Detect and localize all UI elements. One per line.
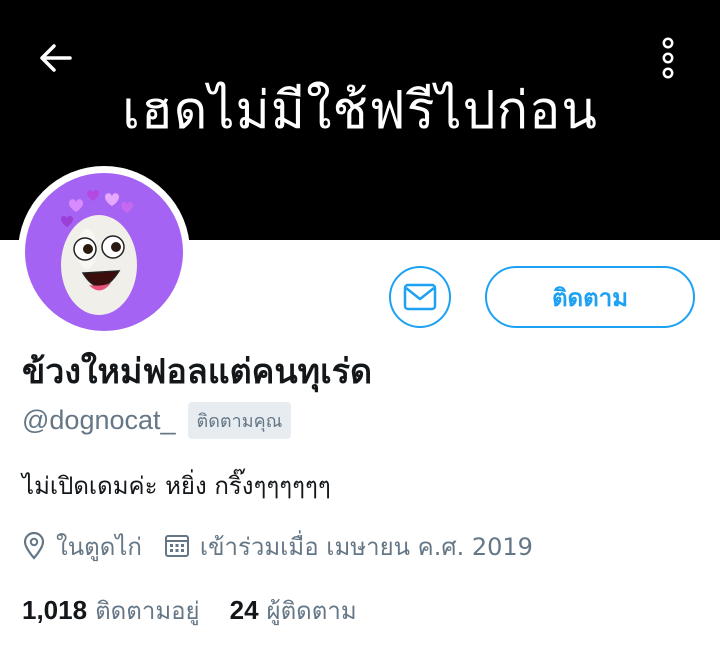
message-button[interactable]	[389, 266, 451, 328]
more-options-button[interactable]	[648, 32, 688, 84]
bio-text: ไม่เปิดเดมค่ะ หยิ่ง กริ๊งๆๆๆๆๆๆ	[22, 472, 331, 500]
display-name: ข้วงใหม่ฟอลแต่คนทุเร่ด	[22, 352, 373, 392]
egg-character-icon	[61, 190, 137, 315]
followers-stat[interactable]: 24 ผู้ติดตาม	[230, 591, 357, 630]
followers-label: ผู้ติดตาม	[266, 596, 357, 625]
joined-date-text: เข้าร่วมเมื่อ เมษายน ค.ศ. 2019	[199, 532, 533, 561]
follows-you-badge: ติดตามคุณ	[187, 401, 292, 439]
following-stat[interactable]: 1,018 ติดตามอยู่	[22, 591, 200, 630]
avatar[interactable]	[18, 166, 190, 338]
username-handle: @dognocat_	[22, 404, 176, 435]
following-label: ติดตามอยู่	[95, 596, 200, 625]
arrow-left-icon	[40, 44, 72, 72]
banner-text: เฮดไม่มีใช้ฟรีไปก่อน	[122, 81, 598, 141]
avatar-image	[25, 173, 183, 331]
calendar-icon	[164, 533, 190, 559]
following-count: 1,018	[22, 594, 88, 625]
handle-row: @dognocat_ ติดตามคุณ	[22, 401, 292, 439]
location-pin-icon	[22, 532, 46, 560]
follow-button[interactable]: ติดตาม	[485, 266, 695, 328]
back-button[interactable]	[32, 34, 80, 82]
profile-meta: ในตูดไก่ เข้าร่วมเมื่อ เมษายน ค.ศ. 2019	[22, 528, 533, 564]
envelope-icon	[403, 283, 437, 311]
location-text: ในตูดไก่	[56, 532, 142, 561]
more-vertical-icon	[662, 37, 674, 79]
follow-stats: 1,018 ติดตามอยู่ 24 ผู้ติดตาม	[22, 592, 357, 628]
followers-count: 24	[229, 594, 259, 625]
